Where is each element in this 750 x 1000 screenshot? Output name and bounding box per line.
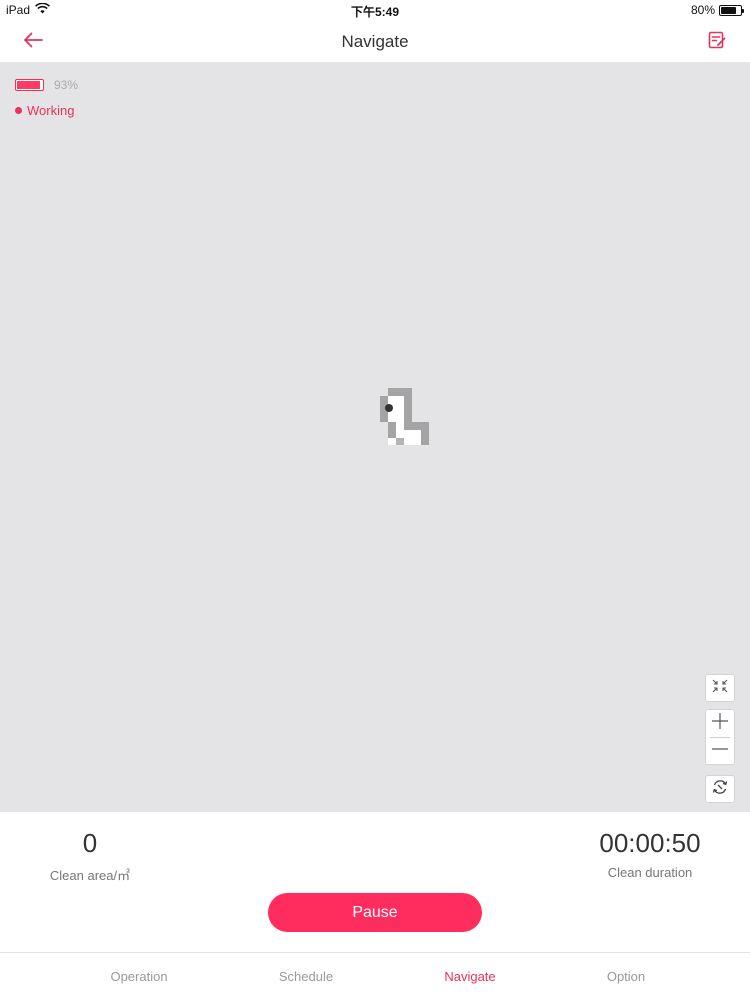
fit-map-button[interactable] bbox=[705, 674, 735, 702]
status-time: 下午5:49 bbox=[350, 5, 400, 19]
clean-area-stat: 0 Clean area/㎡ bbox=[30, 828, 150, 884]
robot-position-marker bbox=[385, 404, 393, 412]
plus-icon bbox=[711, 712, 729, 735]
collapse-arrows-icon bbox=[712, 679, 728, 698]
battery-percent: 80% bbox=[690, 3, 715, 17]
map-view[interactable]: 93% Working bbox=[0, 62, 750, 812]
edit-button[interactable] bbox=[702, 28, 732, 56]
clean-area-label: Clean area/㎡ bbox=[49, 868, 131, 883]
rotate-icon bbox=[711, 778, 729, 801]
clean-duration-label: Clean duration bbox=[607, 865, 693, 880]
clean-duration-value: 00:00:50 bbox=[599, 828, 701, 858]
tab-schedule[interactable]: Schedule bbox=[246, 969, 366, 984]
robot-map bbox=[380, 388, 429, 445]
edit-note-icon bbox=[708, 31, 726, 54]
back-button[interactable] bbox=[18, 28, 48, 56]
arrow-left-icon bbox=[23, 32, 43, 53]
working-status-text: Working bbox=[27, 103, 75, 118]
working-status: Working bbox=[15, 103, 74, 118]
tab-operation[interactable]: Operation bbox=[79, 969, 199, 984]
battery-level-text: 93% bbox=[54, 78, 79, 92]
zoom-controls bbox=[705, 709, 735, 765]
status-right: 80% bbox=[690, 3, 744, 17]
nav-bar: Navigate bbox=[0, 22, 750, 62]
tab-navigate[interactable]: Navigate bbox=[410, 969, 530, 984]
battery-level-icon bbox=[15, 79, 44, 91]
minus-icon bbox=[711, 740, 729, 763]
status-dot bbox=[15, 107, 22, 114]
page-title: Navigate bbox=[341, 32, 409, 51]
rotate-map-button[interactable] bbox=[705, 775, 735, 803]
cleaning-stats: 0 Clean area/㎡ 00:00:50 Clean duration P… bbox=[0, 812, 750, 952]
battery-icon bbox=[719, 4, 744, 16]
bottom-tab-bar: Operation Schedule Navigate Option bbox=[0, 952, 750, 1000]
status-bar: iPad 下午5:49 80% bbox=[0, 0, 750, 22]
zoom-out-button[interactable] bbox=[706, 738, 734, 765]
map-battery-status: 93% bbox=[15, 78, 78, 92]
tab-option[interactable]: Option bbox=[566, 969, 686, 984]
clean-area-value: 0 bbox=[82, 828, 98, 858]
pause-button[interactable]: Pause bbox=[268, 893, 482, 932]
clean-duration-stat: 00:00:50 Clean duration bbox=[580, 828, 720, 880]
zoom-in-button[interactable] bbox=[706, 710, 734, 737]
